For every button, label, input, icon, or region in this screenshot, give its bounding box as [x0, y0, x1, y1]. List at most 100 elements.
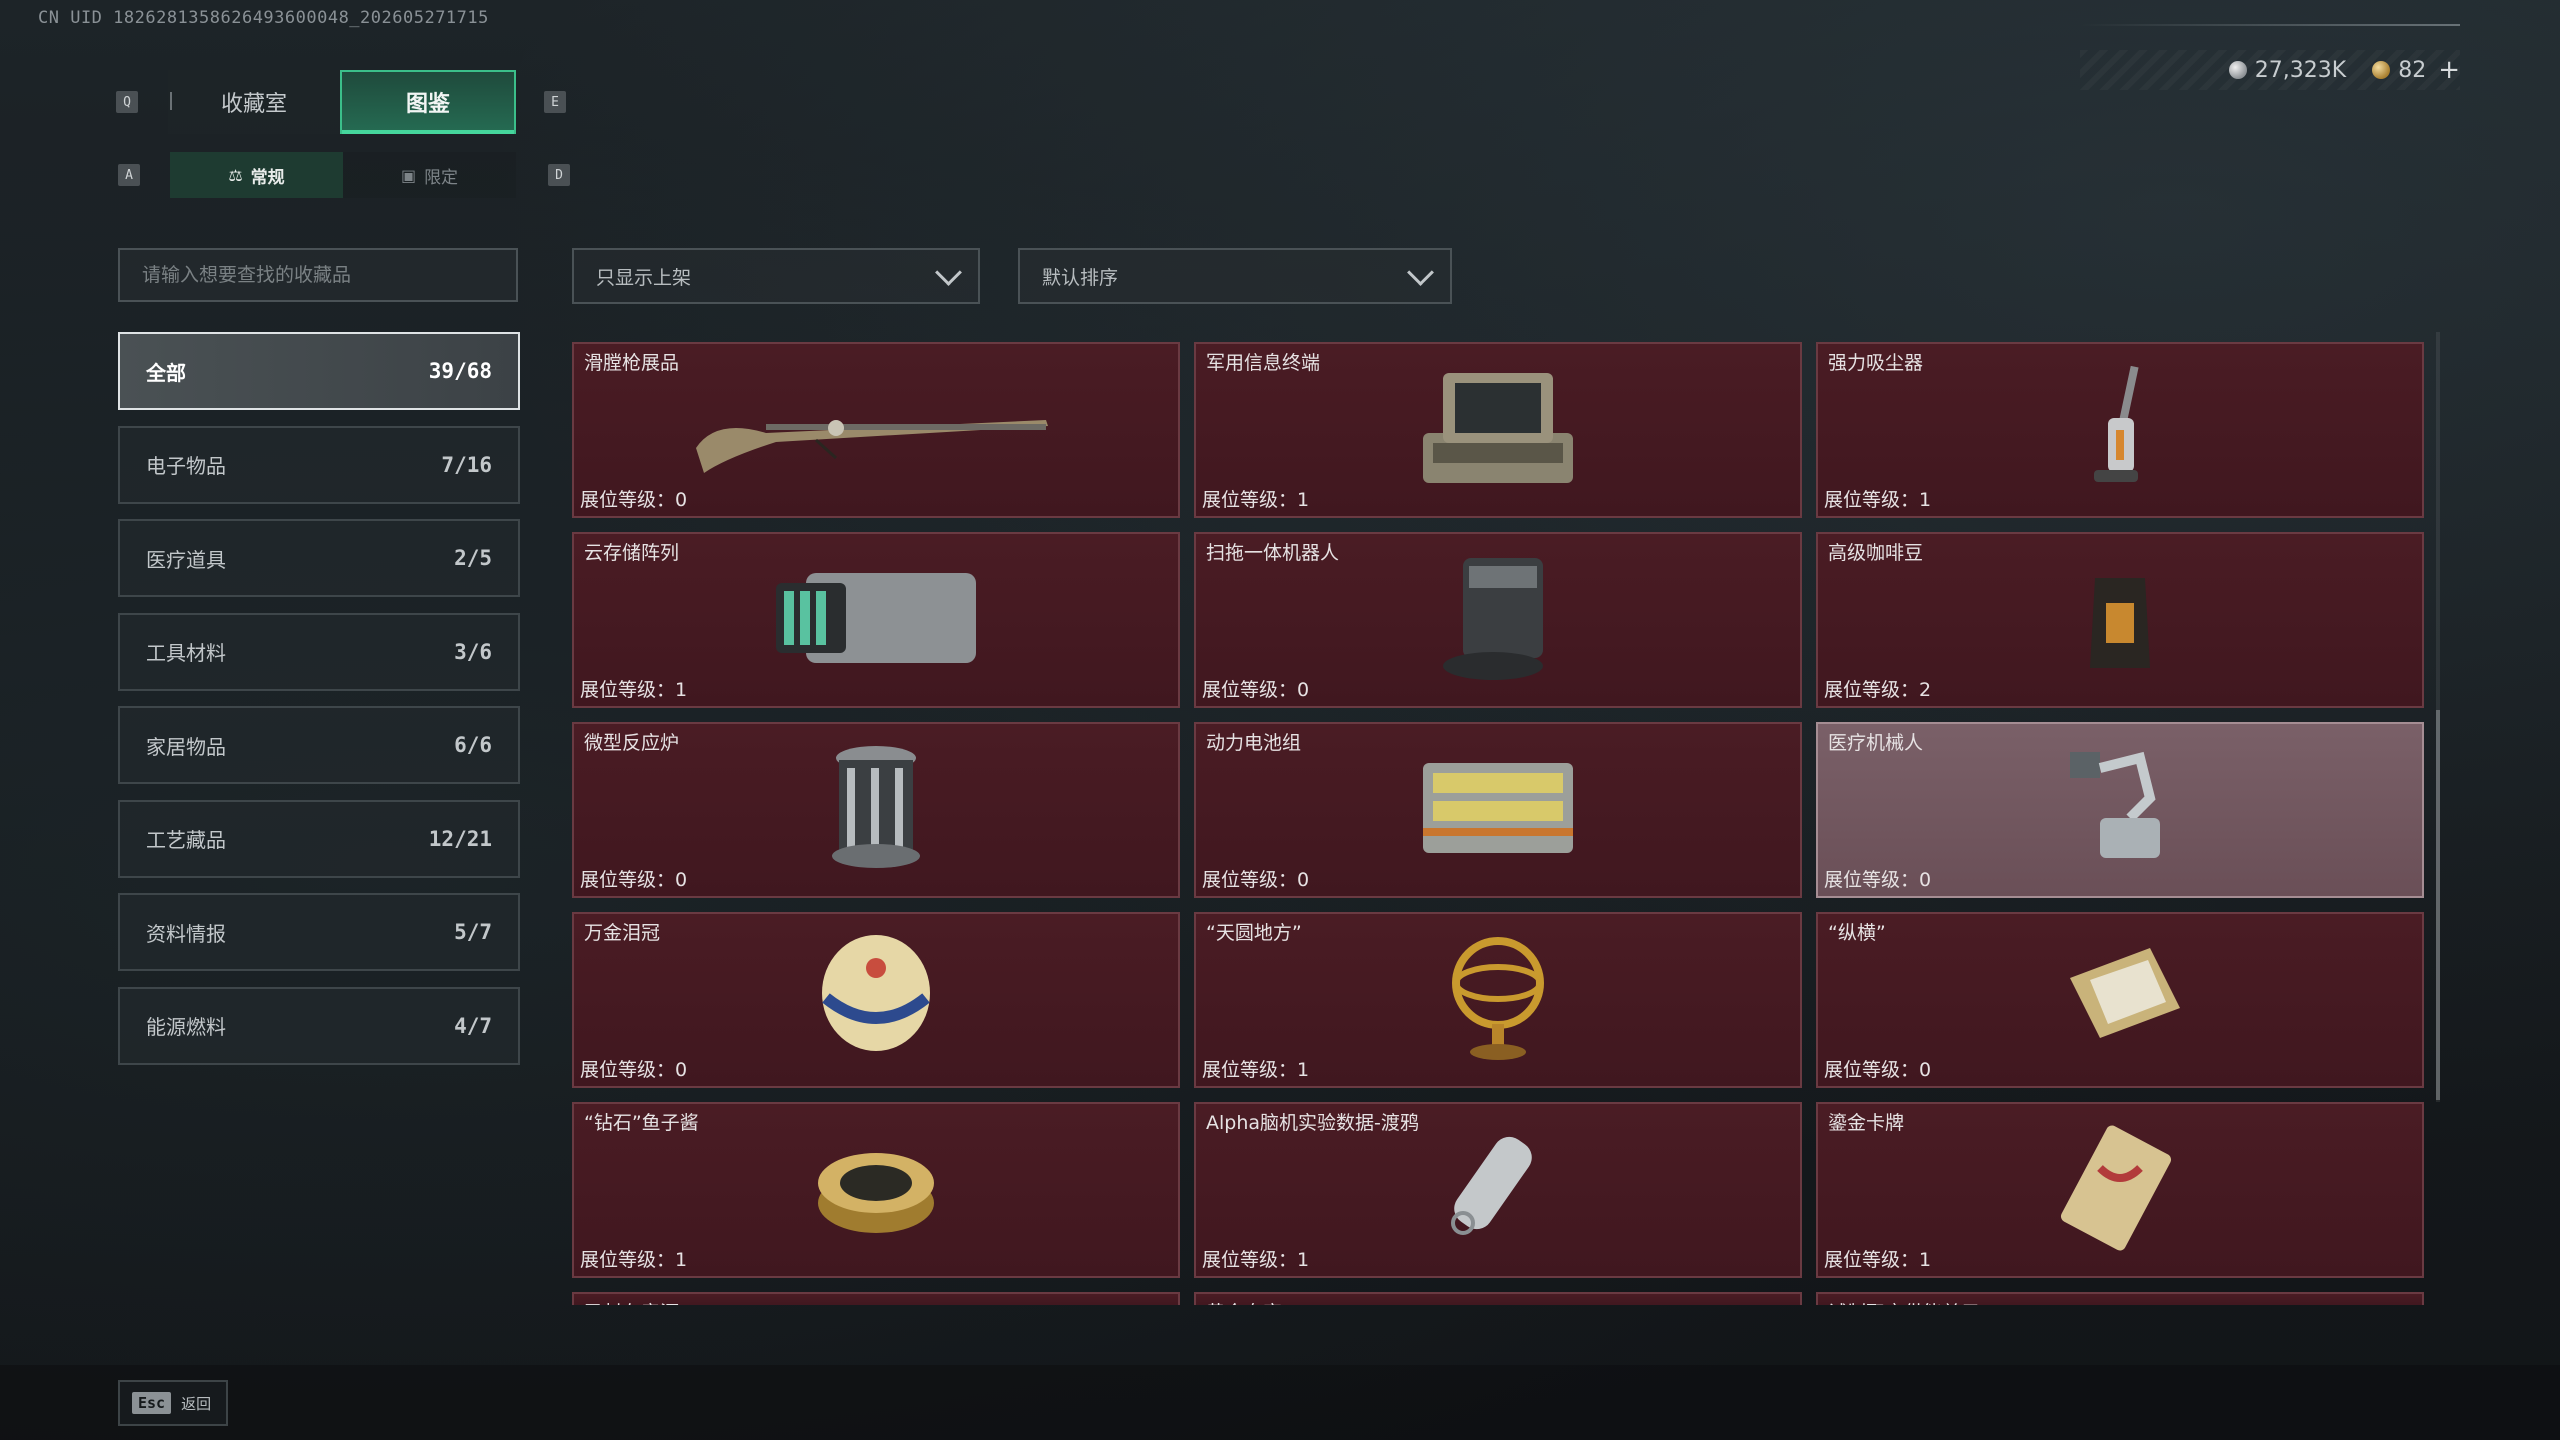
item-level: 展位等级：0: [1824, 1055, 1931, 1082]
item-name: 动力电池组: [1206, 732, 1302, 754]
item-level: 展位等级：1: [580, 675, 687, 702]
sort-dropdown[interactable]: 默认排序: [1018, 248, 1452, 304]
tab-catalog[interactable]: 图鉴: [340, 70, 516, 134]
level-value: 1: [675, 679, 688, 701]
level-value: 0: [675, 489, 688, 511]
category-label: 能源燃料: [146, 1015, 226, 1039]
item-level: 展位等级：0: [580, 865, 687, 892]
search-box[interactable]: [118, 248, 518, 302]
item-name: 鎏金卡牌: [1828, 1112, 1905, 1134]
category-medical[interactable]: 医疗道具 2/5: [118, 519, 520, 597]
item-card[interactable]: 万金泪冠展位等级：0: [572, 912, 1180, 1088]
level-value: 0: [675, 869, 688, 891]
category-label: 工具材料: [146, 641, 226, 665]
category-tools[interactable]: 工具材料 3/6: [118, 612, 520, 691]
back-button[interactable]: Esc 返回: [118, 1380, 228, 1426]
item-card[interactable]: 医疗机械人 展位等级：0: [1816, 722, 2424, 898]
category-list: 全部 39/68 电子物品 7/16 医疗道具 2/5 工具材料 3/6 家居物…: [118, 332, 520, 1080]
item-level: 展位等级：0: [1202, 865, 1309, 892]
item-grid: 滑膛枪展品 展位等级：0 军用信息终端 展位等级：1 强力吸尘器 展位等级：1 云存储阵列展…: [572, 342, 2428, 1305]
tab-limited[interactable]: ▣ 限定: [343, 152, 516, 198]
item-card[interactable]: 云存储阵列 展位等级：1: [572, 532, 1180, 708]
esc-key-hint: Esc: [132, 1392, 172, 1414]
level-prefix: 展位等级：: [1202, 1249, 1298, 1271]
item-name: 万金泪冠: [584, 922, 661, 944]
category-household[interactable]: 家居物品 6/6: [118, 706, 520, 784]
item-name: “天圆地方”: [1206, 922, 1302, 944]
gold-currency: 82 +: [2372, 55, 2460, 85]
battery-pack-icon: [1413, 743, 1583, 877]
vacuum-icon: [2080, 358, 2160, 502]
category-crafts[interactable]: 工艺藏品 12/21: [118, 799, 520, 878]
terminal-case-icon: [1413, 363, 1583, 497]
item-card[interactable]: Alpha脑机实验数据-渡鸦 展位等级：1: [1194, 1102, 1802, 1278]
item-card[interactable]: 微型反应炉 展位等级：0: [572, 722, 1180, 898]
item-card[interactable]: 强力吸尘器 展位等级：1: [1816, 342, 2424, 518]
item-card[interactable]: 动力电池组展位等级：0: [1194, 722, 1802, 898]
item-level: 展位等级：0: [1202, 675, 1309, 702]
item-level: 展位等级：2: [1824, 675, 1931, 702]
category-intel[interactable]: 资料情报 5/7: [118, 893, 520, 971]
item-name: 扫拖一体机器人: [1206, 542, 1340, 564]
footer-bar: [0, 1365, 2560, 1440]
item-card[interactable]: 鎏金卡牌 展位等级：1: [1816, 1102, 2424, 1278]
category-energy[interactable]: 能源燃料 4/7: [118, 986, 520, 1065]
item-card[interactable]: 已封存音源: [572, 1292, 1180, 1305]
key-q-hint: Q: [116, 91, 138, 113]
item-card[interactable]: “纵横” 展位等级：0: [1816, 912, 2424, 1088]
item-level: 展位等级：1: [1202, 485, 1309, 512]
key-a-hint: A: [118, 164, 140, 186]
level-prefix: 展位等级：: [1824, 489, 1920, 511]
level-prefix: 展位等级：: [580, 1059, 676, 1081]
level-value: 1: [1297, 489, 1310, 511]
item-card[interactable]: 黄金鸟窝: [1194, 1292, 1802, 1305]
robot-vacuum-icon: [1433, 548, 1563, 692]
item-level: 展位等级：1: [1824, 485, 1931, 512]
item-grid-viewport[interactable]: 滑膛枪展品 展位等级：0 军用信息终端 展位等级：1 强力吸尘器 展位等级：1 云存储阵列展…: [572, 342, 2428, 1305]
tab-regular[interactable]: ⚖ 常规: [170, 152, 343, 198]
item-name: 高级咖啡豆: [1828, 542, 1924, 564]
category-label: 医疗道具: [146, 547, 226, 572]
level-value: 0: [1297, 679, 1310, 701]
item-card[interactable]: 试制聚变供能单元: [1816, 1292, 2424, 1305]
item-card[interactable]: “天圆地方” 展位等级：1: [1194, 912, 1802, 1088]
gold-card-icon: [2060, 1118, 2180, 1262]
level-prefix: 展位等级：: [580, 489, 676, 511]
level-prefix: 展位等级：: [580, 1249, 676, 1271]
level-value: 1: [1297, 1059, 1310, 1081]
item-card[interactable]: 扫拖一体机器人展位等级：0: [1194, 532, 1802, 708]
level-prefix: 展位等级：: [1202, 869, 1298, 891]
shelf-filter-value: 只显示上架: [596, 266, 692, 289]
item-level: 展位等级：0: [580, 1055, 687, 1082]
musket-icon: [686, 378, 1066, 482]
gold-amount: 82: [2398, 57, 2427, 83]
level-prefix: 展位等级：: [1824, 1249, 1920, 1271]
item-card[interactable]: 滑膛枪展品 展位等级：0: [572, 342, 1180, 518]
back-label: 返回: [181, 1394, 212, 1413]
category-count: 12/21: [428, 826, 492, 851]
search-input[interactable]: [140, 263, 516, 287]
coffee-bag-icon: [2080, 558, 2160, 682]
tab-collection-room[interactable]: 收藏室: [168, 70, 340, 134]
item-card[interactable]: 军用信息终端 展位等级：1: [1194, 342, 1802, 518]
item-name: Alpha脑机实验数据-渡鸦: [1206, 1112, 1419, 1134]
level-prefix: 展位等级：: [580, 869, 676, 891]
shelf-filter-dropdown[interactable]: 只显示上架: [572, 248, 980, 304]
level-value: 0: [1919, 869, 1932, 891]
level-prefix: 展位等级：: [1202, 679, 1298, 701]
item-name: “纵横”: [1828, 922, 1886, 944]
category-electronics[interactable]: 电子物品 7/16: [118, 425, 520, 504]
item-card[interactable]: 高级咖啡豆展位等级：2: [1816, 532, 2424, 708]
item-name: “钻石”鱼子酱: [584, 1112, 699, 1134]
add-currency-button[interactable]: +: [2438, 55, 2460, 85]
level-value: 1: [675, 1249, 688, 1271]
silver-coin-icon: [2228, 61, 2247, 79]
silver-amount: 27,323K: [2254, 57, 2347, 83]
category-count: 5/7: [454, 920, 492, 944]
scrollbar-thumb[interactable]: [2436, 710, 2440, 1100]
item-card[interactable]: “钻石”鱼子酱展位等级：1: [572, 1102, 1180, 1278]
key-d-hint: D: [548, 164, 570, 186]
caviar-tin-icon: [811, 1128, 941, 1252]
category-all[interactable]: 全部 39/68: [118, 332, 520, 410]
tab-divider: [170, 92, 172, 110]
